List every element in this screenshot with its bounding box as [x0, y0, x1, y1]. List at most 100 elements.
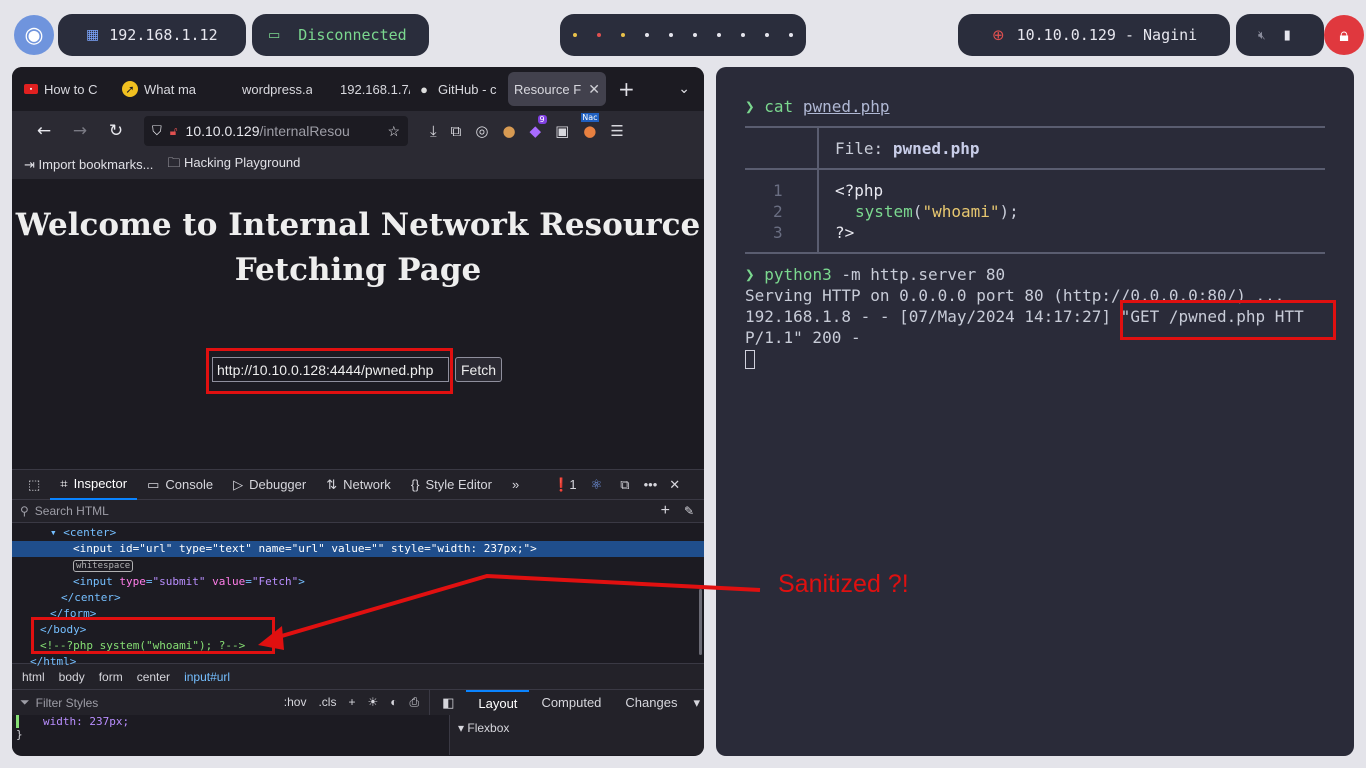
close-tab-icon[interactable]: ✕ — [588, 81, 600, 98]
annotation-text: Sanitized ?! — [778, 570, 909, 598]
tree-line-close-html[interactable]: </html> — [12, 654, 704, 670]
light-mode-icon[interactable]: ☀ — [367, 695, 378, 710]
url-bar[interactable]: ⛉ 🔓︎ 10.10.0.129/internalResou ☆ — [144, 116, 408, 146]
more-options-icon[interactable]: ••• — [644, 477, 658, 492]
workspace-dot[interactable] — [717, 33, 721, 37]
crumb-body[interactable]: body — [59, 670, 85, 684]
responsive-icon[interactable]: ⧉ — [620, 477, 629, 493]
terminal-window[interactable]: ❯ cat pwned.php File: pwned.php 1 2 3 <?… — [716, 67, 1354, 756]
style-line[interactable]: width: 237px; — [16, 715, 445, 728]
workspace-dot[interactable] — [789, 33, 793, 37]
tab-changes[interactable]: Changes — [613, 690, 689, 716]
layout-view: ▾ Flexbox — [450, 715, 704, 755]
tab-github[interactable]: ● GitHub - c — [410, 72, 508, 106]
workspace-dot[interactable] — [621, 33, 625, 37]
tab-layout[interactable]: Layout — [466, 689, 530, 716]
cookie-extension-icon[interactable]: ● — [502, 122, 515, 140]
tab-inspector[interactable]: ⌗ Inspector — [50, 470, 138, 500]
eyes-extension-icon[interactable]: ◎ — [475, 122, 488, 140]
tree-line-input-submit[interactable]: <input type="submit" value="Fetch"> — [12, 574, 704, 590]
add-node-icon[interactable]: + — [661, 502, 670, 520]
html-search-bar[interactable]: ⚲ Search HTML + ✎ — [12, 499, 704, 523]
shield-icon[interactable]: ⛉ — [152, 123, 162, 139]
extensions-icon[interactable]: ⧉ — [451, 122, 462, 140]
foxy-extension-icon[interactable]: ● Nac — [581, 113, 599, 140]
lock-icon[interactable]: 🔒︎ — [1324, 15, 1364, 55]
tab-192[interactable]: 192.168.1.7/ — [312, 72, 410, 106]
forward-icon[interactable]: → — [62, 121, 98, 141]
prompt-icon: ❯ — [745, 97, 755, 116]
crumb-form[interactable]: form — [99, 670, 123, 684]
vpn-status-widget[interactable]: ▭ Disconnected — [252, 14, 429, 56]
more-tabs-icon[interactable]: » — [502, 470, 529, 500]
tab-how-to[interactable]: ▪ How to C — [18, 72, 116, 106]
tree-line-center[interactable]: ▾ <center> — [12, 525, 704, 541]
workspaces-widget[interactable] — [560, 14, 806, 56]
import-bookmarks-link[interactable]: ⇥ Import bookmarks... — [24, 157, 153, 173]
compass-icon: ➚ — [122, 81, 138, 97]
network-arrows-icon: ⇅ — [326, 476, 338, 492]
os-logo-icon[interactable]: ◉ — [14, 15, 54, 55]
reload-icon[interactable]: ↻ — [98, 121, 134, 141]
tab-style-editor[interactable]: {} Style Editor — [401, 470, 502, 500]
local-ip-widget[interactable]: ▦ 192.168.1.12 — [58, 14, 246, 56]
tree-line-close-center[interactable]: </center> — [12, 590, 704, 606]
blank-favicon — [318, 81, 334, 97]
terminal-cursor[interactable] — [745, 348, 755, 369]
eyedropper-icon[interactable]: ✎ — [684, 504, 694, 518]
chevron-down-icon[interactable]: ⌄ — [678, 81, 690, 97]
tab-network[interactable]: ⇅ Network — [316, 470, 401, 500]
tab-console[interactable]: ▭ Console — [137, 470, 223, 500]
tree-line-input-url[interactable]: <input id="url" type="text" name="url" v… — [12, 541, 704, 557]
new-tab-icon[interactable]: + — [618, 77, 635, 101]
tab-what-ma[interactable]: ➚ What ma — [116, 72, 214, 106]
mute-icon[interactable]: 🔇︎ — [1258, 28, 1266, 43]
workspace-dot[interactable] — [741, 33, 745, 37]
url-text[interactable]: 10.10.0.129/internalResou — [186, 123, 388, 139]
tab-debugger[interactable]: ▷ Debugger — [223, 470, 316, 500]
bat-gutter-rule — [817, 126, 819, 168]
tree-line-whitespace[interactable]: whitespace — [12, 557, 704, 574]
code-line-2: system("whoami"); — [855, 202, 1019, 221]
menu-icon[interactable]: ☰ — [610, 122, 623, 140]
system-tray[interactable]: 🔇︎ ▮ — [1236, 14, 1324, 56]
flexbox-toggle[interactable]: ▾ Flexbox — [458, 721, 509, 735]
tab-computed[interactable]: Computed — [529, 690, 613, 716]
battery-icon[interactable]: ▮ — [1284, 28, 1291, 43]
target-icon: ⊕ — [992, 26, 1005, 44]
cls-toggle[interactable]: .cls — [318, 695, 336, 710]
atom-icon[interactable]: ⚛ — [591, 477, 603, 493]
add-rule-icon[interactable]: + — [348, 695, 355, 710]
print-icon[interactable]: ⎙ — [409, 695, 419, 710]
crumb-input-url[interactable]: input#url — [184, 670, 230, 684]
chevron-down-icon[interactable]: ▾ — [689, 690, 704, 716]
filter-styles-bar: ⏷ Filter Styles :hov .cls + ☀ ◐ ⎙ — [12, 690, 431, 715]
workspace-dot[interactable] — [573, 33, 577, 37]
download-icon[interactable]: ⤓ — [430, 122, 437, 140]
crumb-html[interactable]: html — [22, 670, 45, 684]
workspace-dot[interactable] — [669, 33, 673, 37]
dark-mode-icon[interactable]: ◐ — [390, 695, 397, 710]
crumb-center[interactable]: center — [137, 670, 170, 684]
pick-element-icon[interactable]: ⬚ — [18, 470, 50, 500]
tab-resource[interactable]: Resource F ✕ — [508, 72, 606, 106]
back-icon[interactable]: ← — [26, 121, 62, 141]
workspace-dot[interactable] — [645, 33, 649, 37]
wappalyzer-extension-icon[interactable]: ◆ 9 — [530, 115, 547, 140]
tree-scrollbar[interactable] — [699, 589, 702, 655]
sidebar-toggle-icon[interactable]: ◧ — [430, 690, 466, 716]
tab-wordpress[interactable]: wordpress.ar — [214, 72, 312, 106]
workspace-dot[interactable] — [693, 33, 697, 37]
bookmark-star-icon[interactable]: ☆ — [387, 123, 400, 140]
error-indicator[interactable]: ❗1 — [553, 477, 576, 493]
target-widget[interactable]: ⊕ 10.10.0.129 - Nagini — [958, 14, 1230, 56]
filter-styles-input[interactable]: Filter Styles — [36, 696, 99, 710]
hov-toggle[interactable]: :hov — [284, 695, 307, 710]
workspace-dot[interactable] — [597, 33, 601, 37]
cards-extension-icon[interactable]: ▣ — [555, 122, 569, 140]
close-devtools-icon[interactable]: ✕ — [669, 477, 680, 493]
insecure-lock-icon[interactable]: 🔓︎ — [170, 124, 178, 139]
workspace-dot[interactable] — [765, 33, 769, 37]
hacking-playground-folder[interactable]: 🗀︎ Hacking Playground — [167, 154, 300, 176]
fetch-button[interactable]: Fetch — [455, 357, 503, 382]
